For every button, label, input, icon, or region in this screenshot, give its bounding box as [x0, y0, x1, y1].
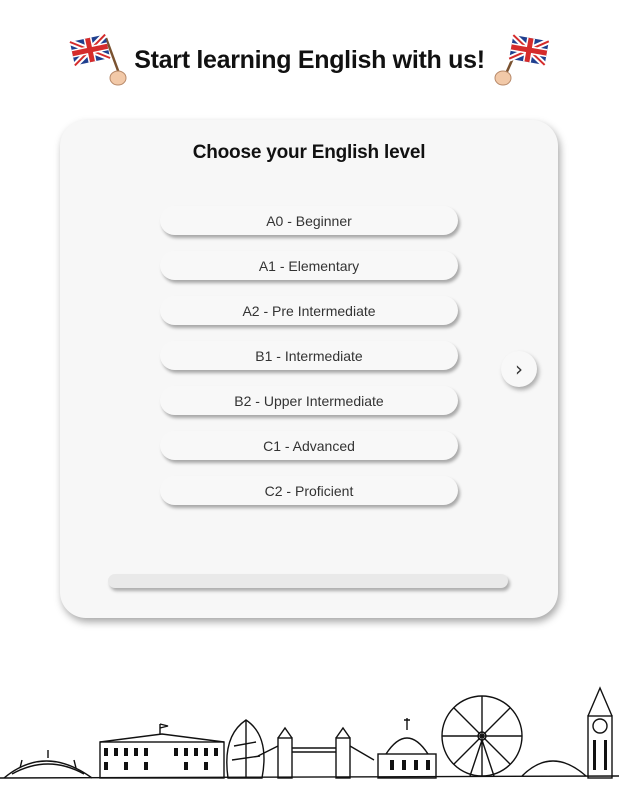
chevron-right-icon: › — [515, 357, 523, 381]
uk-flag-right-icon — [494, 32, 550, 86]
london-skyline-icon — [0, 686, 619, 779]
card-title: Choose your English level — [192, 142, 426, 163]
level-list: A0 - Beginner A1 - Elementary A2 - Pre I… — [160, 206, 458, 521]
page-title: Start learning English with us! — [134, 45, 485, 74]
level-button-b1[interactable]: B1 - Intermediate — [160, 341, 458, 370]
uk-flag-left-icon — [69, 32, 127, 86]
next-button[interactable]: › — [501, 351, 537, 387]
level-button-b2[interactable]: B2 - Upper Intermediate — [160, 386, 458, 415]
level-button-a1[interactable]: A1 - Elementary — [160, 251, 458, 280]
level-button-c2[interactable]: C2 - Proficient — [160, 476, 458, 505]
page-header: Start learning English with us! — [0, 30, 619, 90]
level-button-c1[interactable]: C1 - Advanced — [160, 431, 458, 460]
level-selection-card: Choose your English level A0 - Beginner … — [60, 120, 558, 618]
progress-bar — [108, 574, 508, 588]
level-button-a2[interactable]: A2 - Pre Intermediate — [160, 296, 458, 325]
level-button-a0[interactable]: A0 - Beginner — [160, 206, 458, 235]
